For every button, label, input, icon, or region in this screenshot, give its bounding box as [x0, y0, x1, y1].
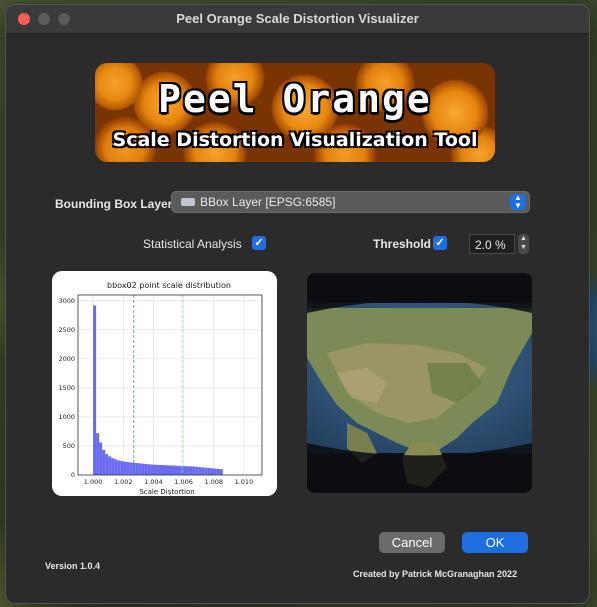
- histogram-bar: [150, 464, 154, 475]
- chart-xlabel: Scale Distortion: [139, 488, 194, 496]
- x-tick-label: 1.006: [174, 478, 193, 486]
- histogram-bar: [219, 469, 223, 475]
- histogram-bar: [108, 456, 112, 475]
- histogram-bar: [102, 450, 106, 475]
- histogram-bar: [171, 465, 175, 475]
- y-tick-label: 500: [63, 442, 75, 450]
- bbox-layer-dropdown[interactable]: BBox Layer [EPSG:6585] ▲ ▼: [171, 191, 530, 213]
- histogram-bar: [186, 466, 190, 475]
- histogram-bar: [177, 465, 181, 475]
- histogram-bar: [201, 467, 205, 475]
- statistical-analysis-checkbox[interactable]: ✓: [252, 236, 266, 250]
- title-bar[interactable]: Peel Orange Scale Distortion Visualizer: [6, 5, 589, 34]
- window-title: Peel Orange Scale Distortion Visualizer: [176, 11, 419, 26]
- histogram-bar: [135, 463, 139, 475]
- histogram-bar: [183, 466, 187, 475]
- threshold-stepper[interactable]: ▲ ▼: [518, 234, 529, 254]
- x-tick-label: 1.002: [114, 478, 133, 486]
- histogram-bar: [144, 463, 148, 475]
- histogram-bar: [138, 463, 142, 475]
- histogram-bar: [129, 462, 133, 475]
- threshold-checkbox[interactable]: ✓: [433, 236, 447, 250]
- banner-image: Peel Orange Scale Distortion Visualizati…: [95, 63, 495, 162]
- histogram-bar: [99, 442, 103, 475]
- threshold-label: Threshold: [373, 237, 432, 251]
- y-tick-label: 0: [71, 471, 75, 479]
- histogram-bar: [210, 468, 214, 475]
- histogram-bar: [162, 465, 166, 475]
- banner-title: Peel Orange: [158, 77, 432, 121]
- histogram-bar: [93, 305, 97, 475]
- histogram-svg: bbox02 point scale distribution Scale Di…: [58, 281, 263, 496]
- histogram-bar: [117, 460, 121, 475]
- histogram-bar: [114, 459, 118, 475]
- chevron-updown-icon[interactable]: ▲ ▼: [510, 194, 526, 210]
- histogram-bar: [216, 468, 220, 475]
- y-tick-label: 1500: [58, 384, 75, 392]
- histogram-bar: [174, 465, 178, 475]
- histogram-bar: [156, 464, 160, 475]
- app-window: Peel Orange Scale Distortion Visualizer …: [5, 4, 590, 604]
- version-label: Version 1.0.4: [45, 561, 101, 571]
- layer-icon: [181, 198, 195, 206]
- x-tick-label: 1.000: [84, 478, 103, 486]
- histogram-bar: [213, 468, 217, 475]
- histogram-bar: [123, 461, 127, 475]
- histogram-bar: [120, 461, 124, 475]
- y-tick-label: 2500: [58, 326, 75, 334]
- histogram-bar: [189, 466, 193, 475]
- histogram-bar: [105, 454, 109, 475]
- y-tick-label: 1000: [58, 413, 75, 421]
- x-tick-label: 1.008: [204, 478, 223, 486]
- bbox-layer-label: Bounding Box Layer: [55, 197, 173, 211]
- histogram-bar: [126, 461, 130, 475]
- histogram-bar: [153, 464, 157, 475]
- cancel-button[interactable]: Cancel: [379, 532, 445, 553]
- y-tick-label: 3000: [58, 297, 75, 305]
- distortion-map: [307, 273, 532, 493]
- plot-frame: [77, 294, 263, 476]
- distribution-chart: bbox02 point scale distribution Scale Di…: [52, 271, 277, 496]
- histogram-bar: [111, 458, 115, 475]
- histogram-bar: [198, 467, 202, 475]
- histogram-bar: [141, 463, 145, 475]
- histogram-bar: [159, 465, 163, 475]
- ok-button[interactable]: OK: [462, 532, 528, 553]
- banner-subtitle: Scale Distortion Visualization Tool: [112, 129, 478, 151]
- histogram-bar: [132, 462, 136, 475]
- histogram-bar: [195, 466, 199, 475]
- x-tick-label: 1.004: [144, 478, 163, 486]
- histogram-bar: [207, 468, 211, 475]
- map-image: [307, 273, 532, 493]
- bbox-layer-value: BBox Layer [EPSG:6585]: [200, 195, 336, 209]
- histogram-bar: [165, 465, 169, 475]
- credit-label: Created by Patrick McGranaghan 2022: [353, 569, 518, 579]
- histogram-bar: [147, 464, 151, 475]
- chart-title: bbox02 point scale distribution: [107, 281, 231, 290]
- y-tick-label: 2000: [58, 355, 75, 363]
- histogram-bar: [96, 433, 100, 475]
- histogram-bar: [168, 465, 172, 475]
- x-tick-label: 1.010: [235, 478, 254, 486]
- histogram-bar: [204, 467, 208, 475]
- threshold-input[interactable]: 2.0 %: [469, 234, 515, 254]
- histogram-bar: [192, 466, 196, 475]
- statistical-analysis-label: Statistical Analysis: [143, 237, 242, 251]
